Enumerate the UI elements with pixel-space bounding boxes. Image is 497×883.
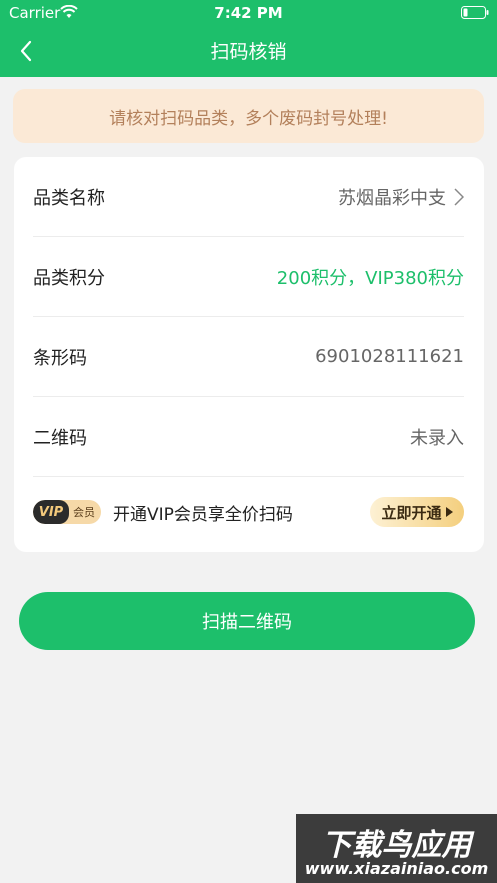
- row-value: 200积分，VIP380积分: [276, 267, 464, 289]
- info-card: 品类名称 苏烟晶彩中支 品类积分 200积分，VIP380积分 条形码 6901…: [14, 157, 484, 552]
- watermark-url: www.xiazainiao.com: [304, 859, 489, 878]
- row-label: 条形码: [33, 347, 87, 369]
- status-time: 7:42 PM: [214, 4, 283, 22]
- watermark-title: 下载鸟应用: [321, 828, 472, 863]
- row-category-points: 品类积分 200积分，VIP380积分: [33, 237, 464, 317]
- header: Carrier 7:42 PM 扫码核销: [0, 0, 497, 77]
- vip-badge-member: 会员: [73, 506, 95, 519]
- vip-promo-text: 开通VIP会员享全价扫码: [113, 504, 293, 525]
- scan-qrcode-button[interactable]: 扫描二维码: [19, 592, 475, 650]
- row-value: 未录入: [410, 427, 464, 449]
- row-category-name[interactable]: 品类名称 苏烟晶彩中支: [33, 157, 464, 237]
- watermark-logo: 下载鸟应用 www.xiazainiao.com: [296, 814, 497, 883]
- vip-badge: VIP 会员: [33, 500, 101, 524]
- battery-icon: [461, 6, 489, 19]
- row-value: 苏烟晶彩中支: [338, 187, 446, 209]
- row-qrcode: 二维码 未录入: [33, 397, 464, 477]
- row-barcode: 条形码 6901028111621: [33, 317, 464, 397]
- page-title: 扫码核销: [210, 41, 287, 63]
- notice-banner: 请核对扫码品类，多个废码封号处理!: [13, 89, 484, 143]
- vip-promo-row: VIP 会员 开通VIP会员享全价扫码 立即开通: [33, 477, 464, 547]
- row-label: 品类积分: [33, 267, 105, 289]
- row-value: 6901028111621: [315, 346, 464, 367]
- chevron-right-icon: [454, 187, 464, 206]
- play-arrow-icon: [445, 507, 453, 517]
- nav-bar: 扫码核销: [0, 26, 497, 77]
- vip-open-label: 立即开通: [381, 503, 442, 522]
- row-value-wrap: 苏烟晶彩中支: [338, 184, 464, 210]
- vip-open-button[interactable]: 立即开通: [370, 497, 464, 527]
- row-label: 二维码: [33, 427, 87, 449]
- vip-badge-label: VIP: [33, 500, 69, 524]
- status-bar: Carrier 7:42 PM: [0, 0, 497, 26]
- row-label: 品类名称: [33, 187, 105, 209]
